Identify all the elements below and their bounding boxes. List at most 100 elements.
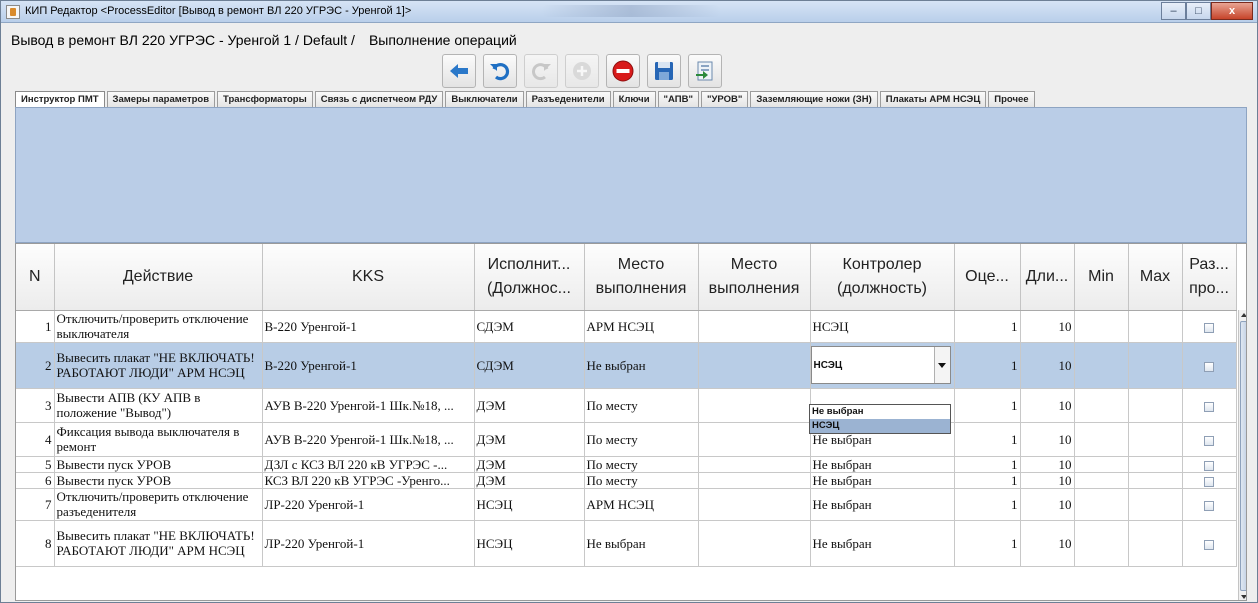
duration-cell[interactable]: 10: [1020, 520, 1075, 567]
export-button[interactable]: [688, 54, 722, 88]
place2-cell[interactable]: [698, 422, 811, 457]
kks-cell[interactable]: АУВ В-220 Уренгой-1 Шк.№18, ...: [262, 388, 475, 423]
table-row[interactable]: 1 Отключить/проверить отключение выключат…: [16, 310, 1237, 343]
row-checkbox[interactable]: [1204, 476, 1214, 487]
place-cell[interactable]: Не выбран: [584, 342, 699, 389]
vertical-scrollbar[interactable]: [1238, 310, 1246, 600]
score-cell[interactable]: 1: [954, 488, 1021, 521]
column-header[interactable]: Место выполнения: [584, 244, 699, 311]
controller-cell[interactable]: НСЭЦ: [810, 310, 955, 343]
tab-item[interactable]: "АПВ": [657, 91, 699, 107]
action-cell[interactable]: Отключить/проверить отключение выключате…: [54, 310, 263, 343]
score-cell[interactable]: 1: [954, 520, 1021, 567]
duration-cell[interactable]: 10: [1020, 422, 1075, 457]
column-header[interactable]: KKS: [262, 244, 475, 311]
undo-button[interactable]: [483, 54, 517, 88]
chevron-down-icon[interactable]: [933, 347, 950, 383]
min-cell[interactable]: [1074, 472, 1129, 489]
tab-item[interactable]: "УРОВ": [700, 91, 749, 107]
remove-button[interactable]: [606, 54, 640, 88]
maximize-button[interactable]: □: [1186, 2, 1211, 20]
min-cell[interactable]: [1074, 342, 1129, 389]
table-row[interactable]: 5 Вывести пуск УРОВ ДЗЛ с КСЗ ВЛ 220 кВ УГ…: [16, 456, 1237, 473]
dropdown-option[interactable]: НСЭЦ: [810, 419, 950, 433]
max-cell[interactable]: [1128, 422, 1183, 457]
max-cell[interactable]: [1128, 520, 1183, 567]
max-cell[interactable]: [1128, 456, 1183, 473]
score-cell[interactable]: 1: [954, 472, 1021, 489]
add-button[interactable]: [565, 54, 599, 88]
min-cell[interactable]: [1074, 388, 1129, 423]
row-checkbox[interactable]: [1204, 539, 1214, 550]
kks-cell[interactable]: В-220 Уренгой-1: [262, 342, 475, 389]
kks-cell[interactable]: АУВ В-220 Уренгой-1 Шк.№18, ...: [262, 422, 475, 457]
column-header[interactable]: Max: [1128, 244, 1183, 311]
max-cell[interactable]: [1128, 388, 1183, 423]
max-cell[interactable]: [1128, 472, 1183, 489]
controller-cell[interactable]: Не выбран: [810, 520, 955, 567]
score-cell[interactable]: 1: [954, 456, 1021, 473]
executor-cell[interactable]: ДЭМ: [474, 422, 585, 457]
redo-button[interactable]: [524, 54, 558, 88]
executor-cell[interactable]: СДЭМ: [474, 310, 585, 343]
row-checkbox[interactable]: [1204, 322, 1214, 333]
tab-item[interactable]: Замеры параметров: [106, 91, 216, 107]
tab-item[interactable]: Ключи: [612, 91, 656, 107]
kks-cell[interactable]: КСЗ ВЛ 220 кВ УГРЭС -Уренго...: [262, 472, 475, 489]
row-number[interactable]: 1: [16, 310, 55, 343]
row-checkbox[interactable]: [1204, 460, 1214, 471]
row-checkbox[interactable]: [1204, 435, 1214, 446]
action-cell[interactable]: Фиксация вывода выключателя в ремонт: [54, 422, 263, 457]
max-cell[interactable]: [1128, 310, 1183, 343]
controller-cell[interactable]: Не выбран: [810, 488, 955, 521]
place-cell[interactable]: По месту: [584, 456, 699, 473]
row-number[interactable]: 3: [16, 388, 55, 423]
row-checkbox[interactable]: [1204, 361, 1214, 372]
place-cell[interactable]: По месту: [584, 388, 699, 423]
place-cell[interactable]: По месту: [584, 472, 699, 489]
table-row[interactable]: 8 Вывесить плакат "НЕ ВКЛЮЧАТЬ! РАБОТАЮТ …: [16, 520, 1237, 567]
kks-cell[interactable]: ЛР-220 Уренгой-1: [262, 488, 475, 521]
kks-cell[interactable]: ЛР-220 Уренгой-1: [262, 520, 475, 567]
place2-cell[interactable]: [698, 472, 811, 489]
min-cell[interactable]: [1074, 456, 1129, 473]
controller-combo[interactable]: НСЭЦ: [810, 346, 951, 384]
place-cell[interactable]: АРМ НСЭЦ: [584, 488, 699, 521]
place2-cell[interactable]: [698, 488, 811, 521]
title-bar[interactable]: КИП Редактор <ProcessEditor [Вывод в рем…: [1, 1, 1257, 23]
row-checkbox[interactable]: [1204, 401, 1214, 412]
column-header[interactable]: Дли...: [1020, 244, 1075, 311]
kks-cell[interactable]: ДЗЛ с КСЗ ВЛ 220 кВ УГРЭС -...: [262, 456, 475, 473]
row-number[interactable]: 6: [16, 472, 55, 489]
score-cell[interactable]: 1: [954, 422, 1021, 457]
row-number[interactable]: 4: [16, 422, 55, 457]
place2-cell[interactable]: [698, 310, 811, 343]
tab-item[interactable]: Выключатели: [445, 91, 524, 107]
table-row[interactable]: 2 Вывесить плакат "НЕ ВКЛЮЧАТЬ! РАБОТАЮТ …: [16, 342, 1237, 389]
table-row[interactable]: 4 Фиксация вывода выключателя в ремонт АУВ…: [16, 422, 1237, 457]
tab-item[interactable]: Плакаты АРМ НСЭЦ: [879, 91, 987, 107]
place-cell[interactable]: АРМ НСЭЦ: [584, 310, 699, 343]
table-row[interactable]: 3 Вывести АПВ (КУ АПВ в положение "Вывод"…: [16, 388, 1237, 423]
action-cell[interactable]: Вывести пуск УРОВ: [54, 472, 263, 489]
column-header[interactable]: Раз... про...: [1182, 244, 1237, 311]
executor-cell[interactable]: НСЭЦ: [474, 520, 585, 567]
column-header[interactable]: Исполнит... (Должнос...: [474, 244, 585, 311]
back-button[interactable]: [442, 54, 476, 88]
place2-cell[interactable]: [698, 520, 811, 567]
min-cell[interactable]: [1074, 488, 1129, 521]
column-header[interactable]: Min: [1074, 244, 1129, 311]
column-header[interactable]: N: [16, 244, 55, 311]
tab-item[interactable]: Заземляющие ножи (ЗН): [750, 91, 878, 107]
place2-cell[interactable]: [698, 456, 811, 473]
dropdown-option[interactable]: Не выбран: [810, 405, 950, 419]
duration-cell[interactable]: 10: [1020, 388, 1075, 423]
kks-cell[interactable]: В-220 Уренгой-1: [262, 310, 475, 343]
action-cell[interactable]: Отключить/проверить отключение разъедени…: [54, 488, 263, 521]
duration-cell[interactable]: 10: [1020, 488, 1075, 521]
score-cell[interactable]: 1: [954, 342, 1021, 389]
max-cell[interactable]: [1128, 342, 1183, 389]
min-cell[interactable]: [1074, 422, 1129, 457]
column-header[interactable]: Место выполнения: [698, 244, 811, 311]
duration-cell[interactable]: 10: [1020, 342, 1075, 389]
